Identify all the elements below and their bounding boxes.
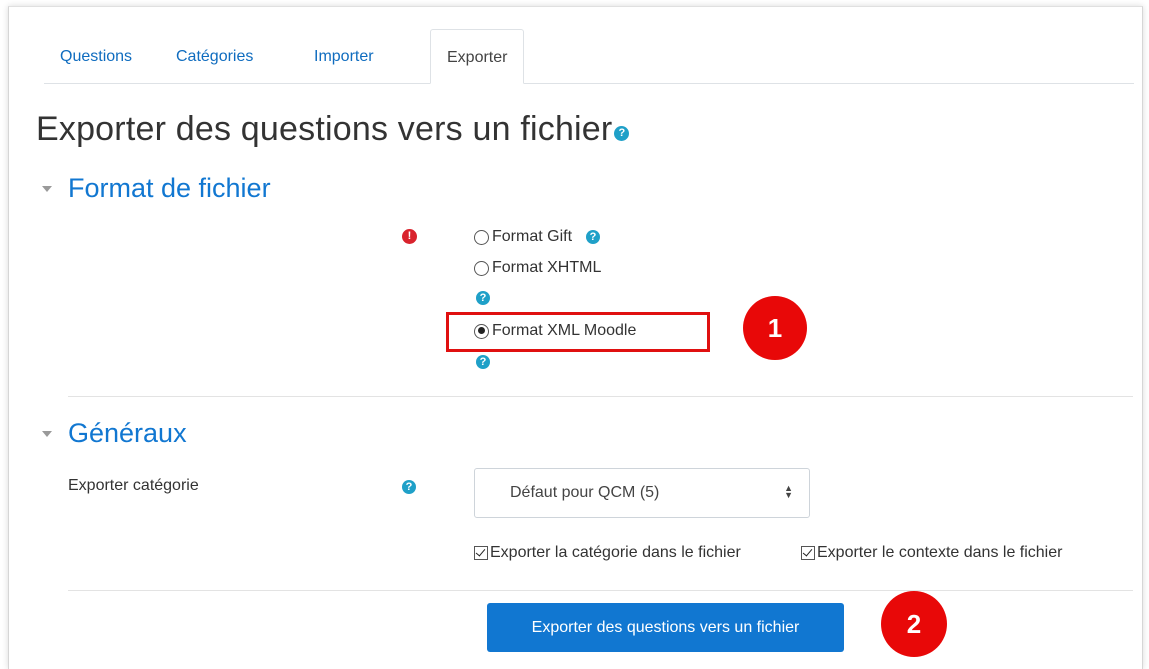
checkbox-export-context[interactable]: Exporter le contexte dans le fichier — [801, 544, 1062, 562]
tab-categories[interactable]: Catégories — [160, 30, 269, 82]
annotation-highlight-box — [446, 312, 710, 352]
section-format-title: Format de fichier — [68, 173, 271, 203]
tab-bar: Questions Catégories Importer Exporter — [44, 29, 1134, 84]
question-circle-icon[interactable]: ? — [402, 480, 416, 494]
page-title-text: Exporter des questions vers un fichier — [36, 110, 613, 148]
exclamation-circle-icon: ! — [402, 229, 417, 244]
checkbox-label: Exporter le contexte dans le fichier — [817, 544, 1063, 561]
radio-format-gift[interactable]: Format Gift ? — [474, 228, 601, 246]
tab-importer[interactable]: Importer — [298, 30, 390, 82]
radio-format-xhtml[interactable]: Format XHTML — [474, 259, 601, 277]
select-value: Défaut pour QCM (5) — [510, 484, 660, 501]
section-general-legend[interactable]: Généraux — [42, 418, 187, 449]
caret-down-icon — [42, 431, 52, 437]
tab-questions[interactable]: Questions — [44, 30, 148, 82]
checkbox[interactable] — [474, 546, 488, 560]
radio-button[interactable] — [474, 229, 489, 245]
question-circle-icon[interactable]: ? — [586, 230, 601, 244]
tab-exporter[interactable]: Exporter — [430, 29, 525, 84]
export-submit-button[interactable]: Exporter des questions vers un fichier — [487, 603, 844, 652]
radio-label: Format Gift — [492, 228, 573, 245]
annotation-badge-2: 2 — [881, 591, 947, 657]
question-circle-icon[interactable]: ? — [614, 125, 630, 141]
page-title: Exporter des questions vers un fichier? — [36, 110, 630, 149]
form-divider — [68, 590, 1133, 591]
radio-button[interactable] — [474, 260, 489, 276]
checkbox-label: Exporter la catégorie dans le fichier — [490, 544, 741, 561]
export-category-label: Exporter catégorie — [68, 477, 199, 494]
annotation-badge-1: 1 — [743, 296, 807, 360]
question-circle-icon[interactable]: ? — [476, 355, 490, 369]
section-general-title: Généraux — [68, 418, 187, 448]
section-divider — [68, 396, 1133, 397]
caret-down-icon — [42, 186, 52, 192]
checkbox-export-category[interactable]: Exporter la catégorie dans le fichier — [474, 544, 741, 562]
checkbox[interactable] — [801, 546, 815, 560]
question-circle-icon[interactable]: ? — [476, 291, 490, 305]
export-category-select[interactable]: Défaut pour QCM (5) ▲ ▼ — [474, 468, 810, 518]
sort-arrows-icon: ▲ ▼ — [784, 483, 793, 501]
section-format-legend[interactable]: Format de fichier — [42, 173, 271, 204]
radio-label: Format XHTML — [492, 259, 602, 276]
